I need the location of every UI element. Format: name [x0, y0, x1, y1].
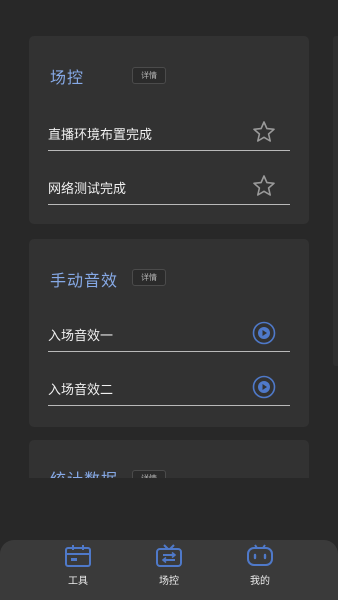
list-item[interactable]: 入场音效一	[48, 321, 290, 352]
item-label: 直播环境布置完成	[48, 128, 153, 143]
detail-button[interactable]: 详情	[132, 67, 166, 84]
list-item[interactable]: 网络测试完成	[48, 174, 290, 205]
calendar-toolbox-icon	[65, 545, 91, 567]
detail-button[interactable]: 详情	[132, 470, 166, 478]
tab-label: 工具	[68, 576, 88, 587]
card-manual-sound-effects: 手动音效 详情 入场音效一 入场音效二	[29, 239, 309, 427]
star-outline-icon[interactable]	[252, 174, 276, 198]
play-circle-icon[interactable]	[252, 321, 276, 345]
list-item[interactable]: 直播环境布置完成	[48, 120, 290, 151]
item-label: 入场音效一	[48, 329, 114, 344]
detail-button[interactable]: 详情	[132, 269, 166, 286]
tv-control-icon	[156, 544, 182, 567]
adjacent-panel-edge	[333, 36, 338, 366]
tab-label: 场控	[159, 576, 179, 587]
play-circle-icon[interactable]	[252, 375, 276, 399]
card-statistics: 统计数据 详情	[29, 440, 309, 478]
robot-face-icon	[247, 544, 273, 566]
card-title: 统计数据	[50, 466, 118, 478]
list-item[interactable]: 入场音效二	[48, 375, 290, 406]
bottom-tab-bar: 工具 场控 我的	[0, 540, 338, 600]
card-field-control: 场控 详情 直播环境布置完成 网络测试完成	[29, 36, 309, 224]
star-outline-icon[interactable]	[252, 120, 276, 144]
tab-tools[interactable]: 工具	[48, 544, 108, 594]
tab-label: 我的	[250, 576, 270, 587]
item-label: 网络测试完成	[48, 182, 127, 197]
card-title: 场控	[50, 68, 85, 87]
tab-field-control[interactable]: 场控	[139, 544, 199, 594]
item-label: 入场音效二	[48, 383, 114, 398]
scroll-content[interactable]: 场控 详情 直播环境布置完成 网络测试完成 手动音效 详情 入场音效一 入场音效…	[0, 0, 338, 478]
card-title: 手动音效	[50, 271, 119, 290]
tab-mine[interactable]: 我的	[230, 544, 290, 594]
